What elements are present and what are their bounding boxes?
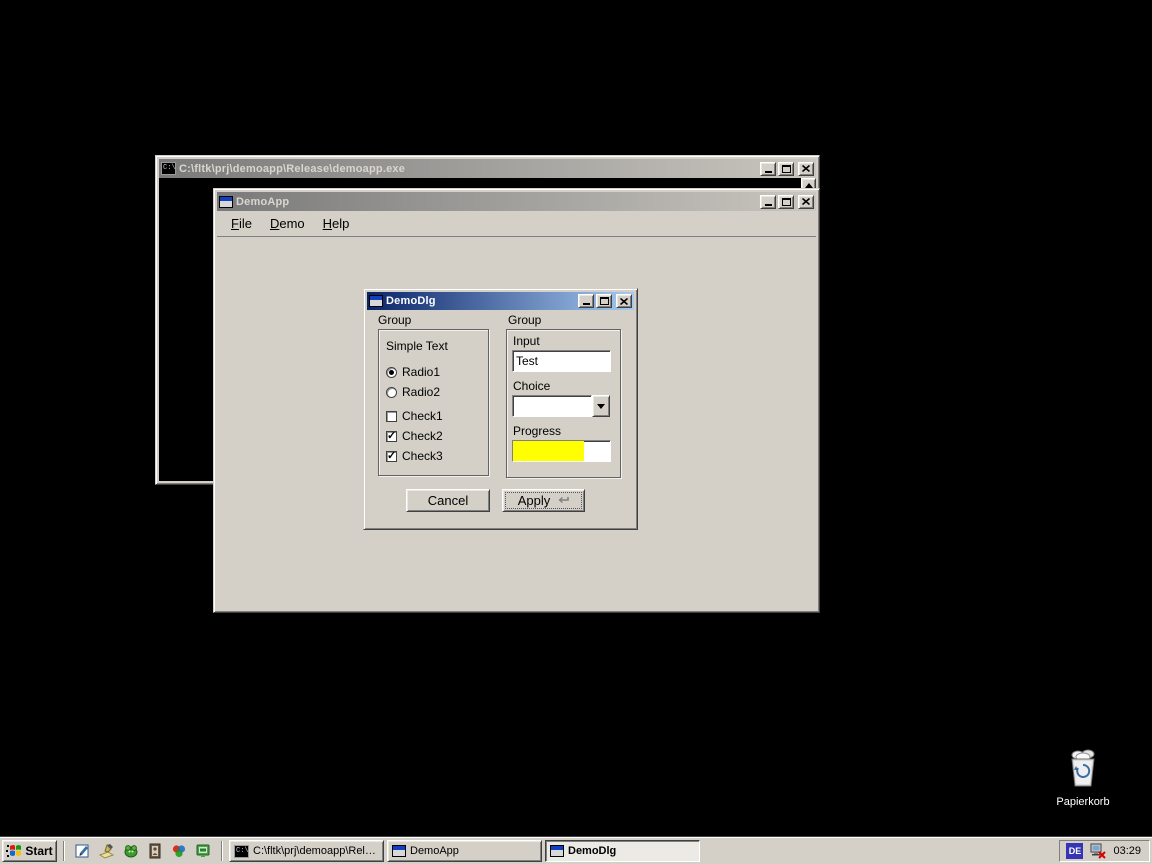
menu-file[interactable]: File — [223, 213, 260, 234]
checkbox-label: Check3 — [402, 449, 443, 463]
demoapp-title: DemoApp — [236, 196, 757, 208]
green-terminal-icon[interactable] — [193, 841, 213, 861]
recycle-bin-full-icon — [1064, 748, 1102, 788]
checkbox-check3[interactable]: Check3 — [386, 449, 443, 463]
simple-text-label: Simple Text — [386, 339, 448, 353]
console-icon: C:\ — [234, 845, 249, 858]
task-button-label: DemoApp — [410, 845, 459, 857]
checkbox-check1[interactable]: Check1 — [386, 409, 443, 423]
demodlg-title: DemoDlg — [386, 295, 575, 307]
minimize-button[interactable] — [578, 294, 594, 308]
green-bug-icon[interactable] — [121, 841, 141, 861]
console-title: C:\fltk\prj\demoapp\Release\demoapp.exe — [179, 163, 757, 175]
right-group-label: Group — [508, 313, 541, 327]
close-icon — [802, 198, 810, 205]
taskbar-clock[interactable]: 03:29 — [1113, 845, 1141, 857]
color-swirl-icon[interactable] — [169, 841, 189, 861]
right-group-box: Input Choice Progress — [506, 329, 621, 478]
radio-icon — [386, 367, 397, 378]
choice-value — [512, 395, 592, 417]
window-icon — [392, 845, 406, 857]
maximize-icon — [600, 297, 609, 305]
task-button-demoapp[interactable]: DemoApp — [387, 840, 542, 862]
demoapp-titlebar[interactable]: DemoApp — [217, 192, 816, 211]
close-button[interactable] — [798, 162, 814, 176]
return-key-icon — [556, 496, 569, 505]
start-label: Start — [25, 844, 52, 858]
progress-label: Progress — [513, 424, 561, 438]
task-button-demodlg[interactable]: DemoDlg — [545, 840, 700, 862]
radio-label: Radio2 — [402, 385, 440, 399]
checkbox-check2[interactable]: Check2 — [386, 429, 443, 443]
radio-label: Radio1 — [402, 365, 440, 379]
left-group-label: Group — [378, 313, 411, 327]
demodlg-dialog: DemoDlg Group Simple Text Radio1 Radio2 — [363, 288, 638, 530]
chevron-down-icon — [597, 404, 605, 409]
network-disconnected-icon[interactable] — [1089, 843, 1107, 859]
start-button[interactable]: Start — [2, 840, 57, 862]
maximize-icon — [782, 165, 791, 173]
minimize-icon — [765, 204, 772, 206]
dropdown-button[interactable] — [592, 395, 610, 417]
taskbar-separator — [221, 841, 223, 861]
close-button[interactable] — [798, 195, 814, 209]
console-titlebar[interactable]: C:\ C:\fltk\prj\demoapp\Release\demoapp.… — [159, 159, 816, 178]
maximize-button[interactable] — [778, 162, 794, 176]
taskbar: Start C:\ C:\fltk\prj\demoapp\Rele... De… — [0, 837, 1152, 864]
minimize-button[interactable] — [760, 162, 776, 176]
maximize-icon — [782, 198, 791, 206]
apply-label: Apply — [518, 493, 551, 508]
checkbox-icon — [386, 411, 397, 422]
menu-demo[interactable]: Demo — [262, 213, 313, 234]
recycle-bin-label: Papierkorb — [1048, 796, 1118, 808]
maximize-button[interactable] — [596, 294, 612, 308]
apply-button[interactable]: Apply — [502, 489, 585, 512]
address-book-icon[interactable] — [145, 841, 165, 861]
close-icon — [802, 165, 810, 172]
system-tray: DE 03:29 — [1059, 840, 1150, 862]
language-indicator[interactable]: DE — [1066, 843, 1083, 859]
window-icon — [550, 845, 564, 857]
recycle-bin-shortcut[interactable]: Papierkorb — [1048, 748, 1118, 808]
checkbox-icon — [386, 451, 397, 462]
task-button-console[interactable]: C:\ C:\fltk\prj\demoapp\Rele... — [229, 840, 384, 862]
close-button[interactable] — [616, 294, 632, 308]
task-button-label: DemoDlg — [568, 845, 616, 857]
radio-icon — [386, 387, 397, 398]
minimize-button[interactable] — [760, 195, 776, 209]
arrow-up-icon — [805, 183, 813, 188]
checkbox-label: Check1 — [402, 409, 443, 423]
left-group-box: Simple Text Radio1 Radio2 Check1 Check2 … — [378, 329, 489, 476]
hand-write-icon[interactable] — [97, 841, 117, 861]
input-label: Input — [513, 334, 540, 348]
progress-bar — [512, 440, 611, 462]
maximize-button[interactable] — [778, 195, 794, 209]
window-icon — [369, 295, 383, 307]
input-field[interactable] — [512, 350, 611, 372]
choice-label: Choice — [513, 379, 550, 393]
choice-dropdown[interactable] — [512, 395, 610, 417]
demodlg-titlebar[interactable]: DemoDlg — [367, 292, 634, 310]
task-button-label: C:\fltk\prj\demoapp\Rele... — [253, 845, 379, 857]
windows-logo-icon — [6, 844, 22, 858]
console-icon: C:\ — [161, 162, 176, 175]
window-icon — [219, 196, 233, 208]
progress-fill — [513, 441, 584, 461]
minimize-icon — [583, 303, 590, 305]
taskbar-separator — [63, 841, 65, 861]
close-icon — [620, 298, 628, 305]
checkbox-icon — [386, 431, 397, 442]
quick-launch-tray — [71, 841, 215, 861]
menubar: File Demo Help — [217, 211, 816, 237]
radio-radio1[interactable]: Radio1 — [386, 365, 440, 379]
cancel-label: Cancel — [428, 493, 468, 508]
minimize-icon — [765, 171, 772, 173]
checkbox-label: Check2 — [402, 429, 443, 443]
page-pen-icon[interactable] — [73, 841, 93, 861]
cancel-button[interactable]: Cancel — [406, 489, 490, 512]
menu-help[interactable]: Help — [315, 213, 358, 234]
radio-radio2[interactable]: Radio2 — [386, 385, 440, 399]
